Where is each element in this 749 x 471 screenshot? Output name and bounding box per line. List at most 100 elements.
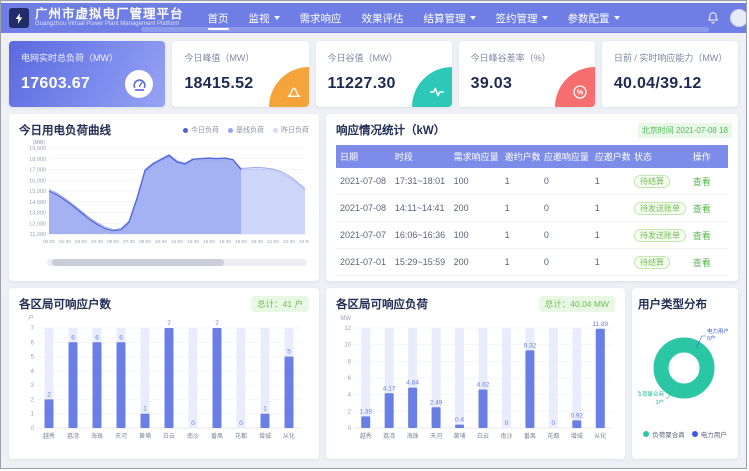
view-link[interactable]: 查看 — [693, 177, 711, 187]
user-type-donut-chart: 电力用户0户负荷聚合商3户 — [638, 312, 728, 422]
svg-text:花都: 花都 — [235, 432, 247, 440]
svg-text:0.92: 0.92 — [570, 412, 583, 419]
nav-item-4[interactable]: 效果评估 — [362, 4, 404, 32]
status-badge: 待发送账单 — [634, 202, 686, 215]
svg-text:18,000: 18,000 — [29, 157, 46, 163]
svg-text:06:00: 06:00 — [107, 239, 119, 245]
table-header-cell: 应邀响应量 — [540, 145, 591, 168]
nav-item-label: 结算管理 — [424, 11, 466, 26]
nav-item-1[interactable]: 首页 — [208, 4, 229, 32]
table-header-cell: 邀约户数 — [501, 145, 540, 168]
svg-text:户: 户 — [28, 314, 34, 322]
svg-text:2: 2 — [47, 391, 51, 398]
valley-pulse-icon — [412, 67, 452, 107]
table-header-cell: 日期 — [336, 145, 391, 168]
svg-text:07:30: 07:30 — [123, 239, 135, 245]
table-cell: 1 — [591, 249, 630, 276]
view-link[interactable]: 查看 — [693, 258, 711, 268]
district-load-bar-chart: MW0246810121.39越秀4.17荔湾4.84海珠2.49天河0.4黄埔… — [336, 312, 618, 448]
table-row: 2021-07-0817:31~18:01100101待结算查看 — [336, 168, 728, 195]
view-link[interactable]: 查看 — [693, 231, 711, 241]
svg-text:增城: 增城 — [571, 432, 583, 440]
user-avatar[interactable] — [730, 9, 747, 27]
nav-item-2[interactable]: 监视 — [249, 4, 280, 32]
svg-text:番禺: 番禺 — [524, 433, 536, 440]
kpi-label: 今日峰谷差率（%） — [471, 51, 583, 64]
table-cell-action: 查看 — [689, 195, 728, 222]
load-curve-chart: (MW)11,00012,00013,00014,00015,00016,000… — [19, 138, 309, 252]
legend-label: 今日负荷 — [191, 125, 219, 135]
nav-item-7[interactable]: 参数配置 — [568, 4, 620, 32]
legend-item-3[interactable]: 昨日负荷 — [273, 125, 309, 135]
table-cell-action: 查看 — [689, 168, 728, 195]
slider-handle[interactable] — [52, 259, 224, 266]
table-cell-status: 待结算 — [630, 249, 689, 276]
svg-text:16,000: 16,000 — [29, 178, 46, 184]
donut-legend-item-2[interactable]: 电力用户 — [692, 429, 727, 439]
table-cell: 0 — [540, 168, 591, 195]
svg-text:南沙: 南沙 — [187, 432, 199, 440]
svg-text:11,000: 11,000 — [30, 232, 46, 238]
svg-text:7: 7 — [167, 320, 171, 327]
nav-item-5[interactable]: 结算管理 — [424, 4, 476, 32]
app-logo: 广州市虚拟电厂管理平台 Guangzhou Virtual Power Plan… — [9, 8, 184, 28]
svg-text:0: 0 — [505, 420, 509, 427]
svg-text:5: 5 — [31, 355, 35, 361]
svg-text:17,000: 17,000 — [29, 168, 46, 174]
svg-text:越秀: 越秀 — [43, 432, 55, 440]
table-cell: 1 — [501, 249, 540, 276]
svg-text:6: 6 — [95, 334, 99, 341]
response-stats-panel: 响应情况统计（kW） 北京时间 2021-07-08 18 日期时段需求响应量邀… — [326, 114, 738, 281]
table-cell: 1 — [591, 222, 630, 249]
svg-text:4: 4 — [31, 369, 35, 375]
table-cell: 1 — [591, 195, 630, 222]
kpi-card-2: 今日峰值（MW）18415.52 — [172, 41, 308, 107]
svg-text:3: 3 — [31, 383, 35, 389]
table-cell: 1 — [501, 195, 540, 222]
svg-text:8: 8 — [348, 359, 352, 365]
svg-text:0: 0 — [239, 420, 243, 427]
status-badge: 待结算 — [634, 175, 670, 188]
svg-text:03:00: 03:00 — [75, 239, 87, 245]
nav-item-6[interactable]: 签约管理 — [496, 4, 548, 32]
svg-text:7: 7 — [215, 320, 219, 327]
table-cell: 16:06~16:36 — [391, 222, 450, 249]
top-nav-bar: 广州市虚拟电厂管理平台 Guangzhou Virtual Power Plan… — [1, 3, 746, 33]
gauge-icon — [125, 70, 153, 98]
notification-bell-icon[interactable] — [706, 11, 720, 25]
table-row: 2021-07-0716:06~16:36100101待发送账单查看 — [336, 222, 728, 249]
svg-text:4.17: 4.17 — [383, 385, 396, 392]
svg-text:4.84: 4.84 — [406, 380, 419, 387]
chart-zoom-slider[interactable] — [47, 259, 307, 266]
logo-icon — [9, 8, 29, 28]
svg-text:12,000: 12,000 — [29, 221, 46, 227]
table-cell-status: 待发送账单 — [630, 195, 689, 222]
kpi-value: 40.04/39.12 — [614, 75, 726, 93]
svg-text:18:00: 18:00 — [235, 239, 247, 245]
app-title: 广州市虚拟电厂管理平台 — [35, 8, 184, 21]
svg-text:增城: 增城 — [259, 432, 271, 440]
view-link[interactable]: 查看 — [693, 204, 711, 214]
table-cell: 2021-07-08 — [336, 195, 391, 222]
svg-text:4.62: 4.62 — [477, 382, 490, 389]
legend-item-2[interactable]: 基线负荷 — [228, 125, 264, 135]
table-cell: 1 — [501, 222, 540, 249]
kpi-card-3: 今日谷值（MW）11227.30 — [316, 41, 452, 107]
svg-text:13:30: 13:30 — [187, 239, 199, 245]
svg-text:7: 7 — [31, 326, 35, 332]
table-cell-status: 待发送账单 — [630, 222, 689, 249]
donut-legend-item-1[interactable]: 负荷聚合商 — [643, 429, 685, 439]
nav-item-3[interactable]: 需求响应 — [300, 4, 342, 32]
svg-text:5: 5 — [287, 349, 291, 356]
table-cell-action: 查看 — [689, 249, 728, 276]
load-curve-legend: 今日负荷基线负荷昨日负荷 — [183, 125, 309, 135]
beijing-time-badge: 北京时间 2021-07-08 18 — [638, 123, 732, 138]
legend-item-1[interactable]: 今日负荷 — [183, 125, 219, 135]
user-type-panel: 用户类型分布 电力用户0户负荷聚合商3户 负荷聚合商电力用户 — [632, 288, 738, 459]
svg-text:9.32: 9.32 — [524, 342, 537, 349]
svg-text:白云: 白云 — [163, 432, 175, 440]
table-cell: 14:11~14:41 — [391, 195, 450, 222]
chevron-down-icon — [614, 16, 620, 20]
table-cell: 1 — [501, 168, 540, 195]
table-cell: 2021-07-01 — [336, 249, 391, 276]
